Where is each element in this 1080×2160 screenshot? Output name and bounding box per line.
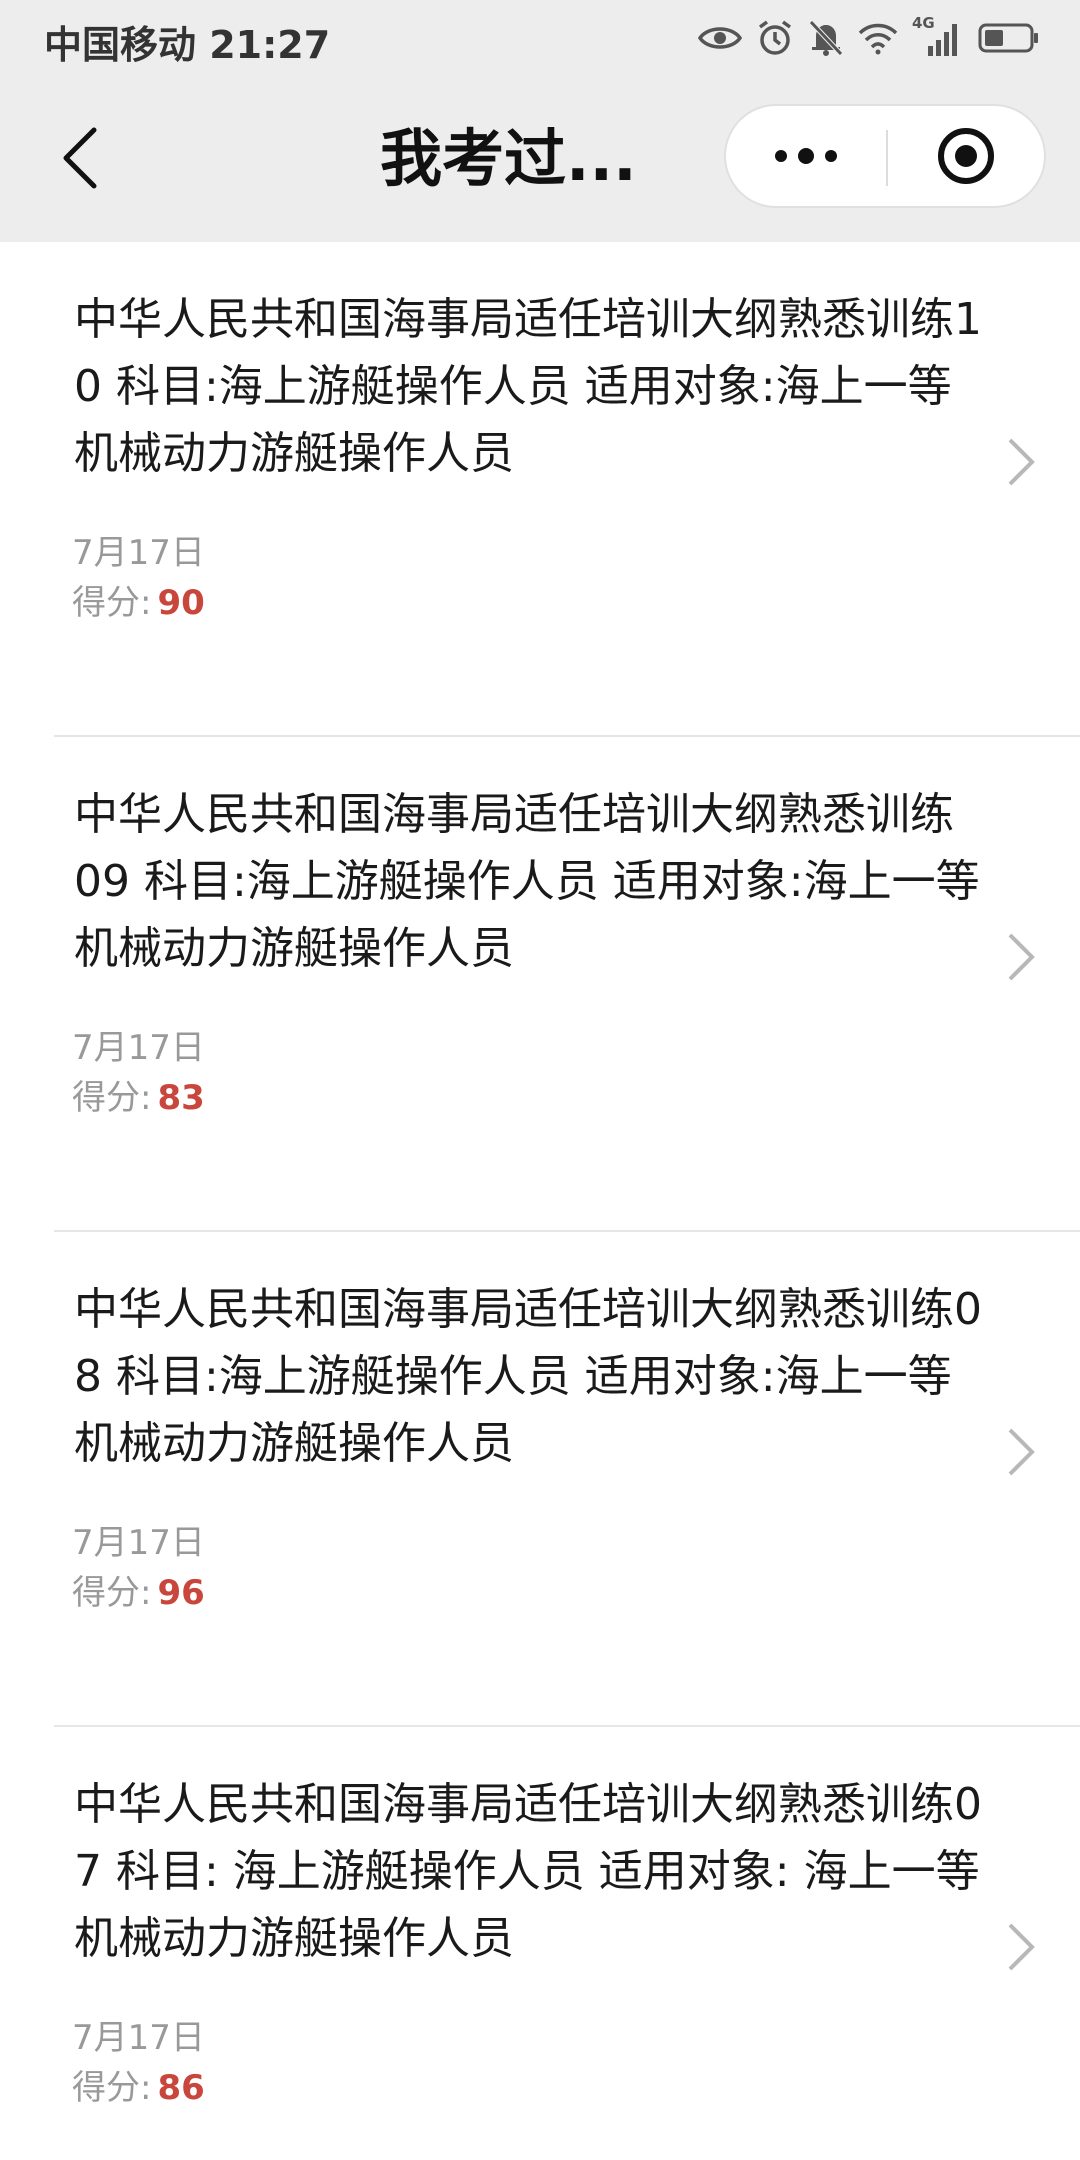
status-icons: 4G	[698, 14, 1040, 62]
record-date: 7月17日	[72, 1523, 205, 1563]
exam-record-item[interactable]: 中华人民共和国海事局适任培训大纲熟悉训练07 科目: 海上游艇操作人员 适用对象…	[54, 1727, 1080, 2160]
record-title: 中华人民共和国海事局适任培训大纲熟悉训练07 科目: 海上游艇操作人员 适用对象…	[74, 1779, 982, 1964]
record-date: 7月17日	[72, 2018, 205, 2058]
wifi-icon	[858, 23, 898, 55]
score-label: 得分:	[72, 2068, 152, 2108]
exam-record-item[interactable]: 中华人民共和国海事局适任培训大纲熟悉训练08 科目:海上游艇操作人员 适用对象:…	[54, 1232, 1080, 1727]
record-date: 7月17日	[72, 1028, 205, 1068]
score-label: 得分:	[72, 583, 152, 623]
more-dots-icon	[775, 148, 837, 164]
exam-record-item[interactable]: 中华人民共和国海事局适任培训大纲熟悉训练10 科目:海上游艇操作人员 适用对象:…	[54, 242, 1080, 737]
record-title: 中华人民共和国海事局适任培训大纲熟悉训练08 科目:海上游艇操作人员 适用对象:…	[74, 1284, 982, 1469]
chevron-right-icon	[1008, 933, 1035, 981]
bell-off-icon	[809, 20, 843, 56]
screen: 中国移动 21:27 4G 我考过... 中华人民共和国海事局适任培训大纲熟悉训…	[0, 0, 1080, 2160]
status-bar: 中国移动 21:27 4G	[0, 0, 1080, 76]
record-score: 83	[157, 1078, 205, 1118]
back-arrow-icon	[63, 127, 97, 189]
score-label: 得分:	[72, 1573, 152, 1613]
record-score-row: 得分: 83	[72, 1073, 205, 1123]
page-title: 我考过...	[380, 122, 637, 195]
close-mini-program-button[interactable]	[888, 106, 1044, 206]
chevron-right-icon	[1008, 438, 1035, 486]
chevron-right-icon	[1008, 1923, 1035, 1971]
record-date: 7月17日	[72, 533, 205, 573]
signal-icon	[928, 24, 957, 56]
mini-program-capsule	[724, 104, 1046, 208]
record-score-row: 得分: 86	[72, 2063, 205, 2113]
record-title: 中华人民共和国海事局适任培训大纲熟悉训练10 科目:海上游艇操作人员 适用对象:…	[74, 294, 982, 479]
exam-record-item[interactable]: 中华人民共和国海事局适任培训大纲熟悉训练 09 科目:海上游艇操作人员 适用对象…	[54, 737, 1080, 1232]
record-title: 中华人民共和国海事局适任培训大纲熟悉训练 09 科目:海上游艇操作人员 适用对象…	[74, 789, 980, 974]
signal-group: 4G	[912, 14, 964, 58]
more-button[interactable]	[726, 106, 886, 206]
carrier-time: 中国移动 21:27	[44, 23, 331, 67]
record-score: 96	[157, 1573, 205, 1613]
score-label: 得分:	[72, 1078, 152, 1118]
nav-bar: 我考过...	[0, 76, 1080, 242]
target-icon	[938, 128, 994, 184]
record-score-row: 得分: 90	[72, 578, 205, 628]
record-score-row: 得分: 96	[72, 1568, 205, 1618]
exam-record-list: 中华人民共和国海事局适任培训大纲熟悉训练10 科目:海上游艇操作人员 适用对象:…	[0, 242, 1080, 2160]
back-button[interactable]	[50, 120, 110, 196]
chevron-right-icon	[1008, 1428, 1035, 1476]
eye-icon	[698, 27, 742, 49]
battery-icon	[978, 23, 1038, 53]
record-score: 86	[157, 2068, 205, 2108]
alarm-icon	[758, 20, 792, 55]
record-score: 90	[157, 583, 205, 623]
